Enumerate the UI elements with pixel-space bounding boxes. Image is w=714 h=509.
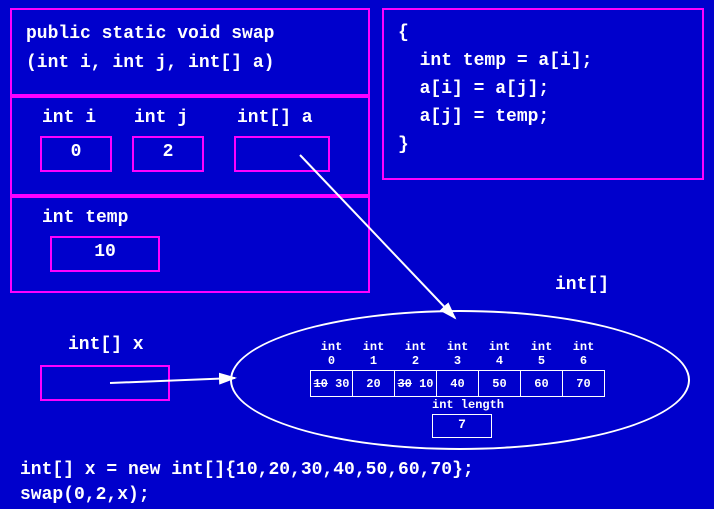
array-cell: 20 <box>353 371 395 397</box>
var-temp-label: int temp <box>42 208 128 228</box>
array-header: int 5 <box>521 340 563 371</box>
var-x-value <box>40 365 170 401</box>
var-i-value: 0 <box>40 136 112 172</box>
array-header: int 1 <box>353 340 395 371</box>
array-header: int 0 <box>311 340 353 371</box>
signature-line2: (int i, int j, int[] a) <box>26 49 354 78</box>
method-signature: public static void swap (int i, int j, i… <box>10 8 370 96</box>
array-cell: 60 <box>521 371 563 397</box>
array-header: int 6 <box>563 340 605 371</box>
var-i-label: int i <box>42 108 96 128</box>
signature-line1: public static void swap <box>26 20 354 49</box>
heap-type-label: int[] <box>555 275 609 295</box>
var-temp-value: 10 <box>50 236 160 272</box>
locals-row-1: int i 0 int j 2 int[] a <box>10 96 370 196</box>
array-table: int 0 int 1 int 2 int 3 int 4 int 5 int … <box>310 340 605 397</box>
driver-code: int[] x = new int[]{10,20,30,40,50,60,70… <box>20 458 474 508</box>
array-header: int 4 <box>479 340 521 371</box>
array-header: int 3 <box>437 340 479 371</box>
array-headers: int 0 int 1 int 2 int 3 int 4 int 5 int … <box>311 340 605 371</box>
method-body: { int temp = a[i]; a[i] = a[j]; a[j] = t… <box>382 8 704 180</box>
array-cell: 40 <box>437 371 479 397</box>
array-cell: 30 10 <box>395 371 437 397</box>
locals-row-2: int temp 10 <box>10 196 370 293</box>
var-x-label: int[] x <box>68 335 144 355</box>
array-cell: 70 <box>563 371 605 397</box>
var-a-value <box>234 136 330 172</box>
array-length-label: int length <box>432 398 504 412</box>
array-length-value: 7 <box>432 414 492 438</box>
array-cell: 50 <box>479 371 521 397</box>
var-j-value: 2 <box>132 136 204 172</box>
array-values: 10 30 20 30 10 40 50 60 70 <box>311 371 605 397</box>
array-cell: 10 30 <box>311 371 353 397</box>
array-header: int 2 <box>395 340 437 371</box>
var-a-label: int[] a <box>237 108 313 128</box>
var-j-label: int j <box>134 108 188 128</box>
